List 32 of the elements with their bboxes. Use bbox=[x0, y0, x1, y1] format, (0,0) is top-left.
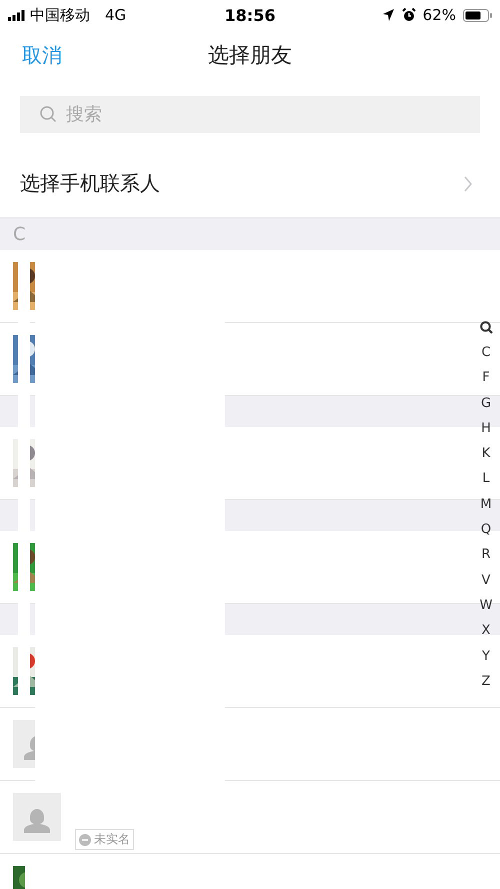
index-letter[interactable]: M bbox=[480, 492, 492, 518]
page-title: 选择朋友 bbox=[208, 42, 292, 69]
index-letter[interactable]: G bbox=[480, 390, 492, 416]
index-letter[interactable]: L bbox=[482, 466, 490, 492]
search-field[interactable]: 搜索 bbox=[20, 96, 480, 133]
index-letter[interactable]: W bbox=[480, 592, 492, 618]
clock-time: 18:56 bbox=[224, 6, 276, 24]
chevron-icon bbox=[464, 176, 472, 192]
search-icon[interactable] bbox=[480, 321, 492, 334]
minus-circle-icon bbox=[79, 834, 91, 846]
index-letter[interactable]: K bbox=[482, 441, 490, 466]
badge-text: 未实名 bbox=[94, 831, 130, 848]
location-arrow-icon bbox=[382, 8, 395, 22]
alarm-clock-icon bbox=[402, 8, 416, 22]
index-letter[interactable]: C bbox=[481, 340, 491, 366]
index-letter[interactable]: Y bbox=[482, 644, 490, 669]
index-letter[interactable]: F bbox=[482, 365, 490, 391]
index-letter[interactable]: R bbox=[481, 542, 491, 568]
phone-contacts-item[interactable]: 选择手机联系人 bbox=[0, 150, 500, 217]
carrier-name: 中国移动 bbox=[30, 6, 90, 24]
index-letter[interactable]: V bbox=[482, 568, 490, 593]
battery-icon bbox=[463, 8, 492, 22]
battery-percent: 62% bbox=[422, 6, 456, 24]
index-letter[interactable]: Q bbox=[480, 517, 492, 542]
section-letter: C bbox=[13, 224, 26, 245]
search-icon bbox=[40, 106, 57, 123]
network-type: 4G bbox=[105, 6, 126, 24]
signal-icon bbox=[8, 10, 25, 20]
avatar-placeholder-icon bbox=[13, 793, 61, 841]
index-letter[interactable]: X bbox=[482, 618, 490, 644]
index-letter[interactable]: Z bbox=[482, 668, 490, 694]
index-letter[interactable]: H bbox=[481, 416, 491, 442]
